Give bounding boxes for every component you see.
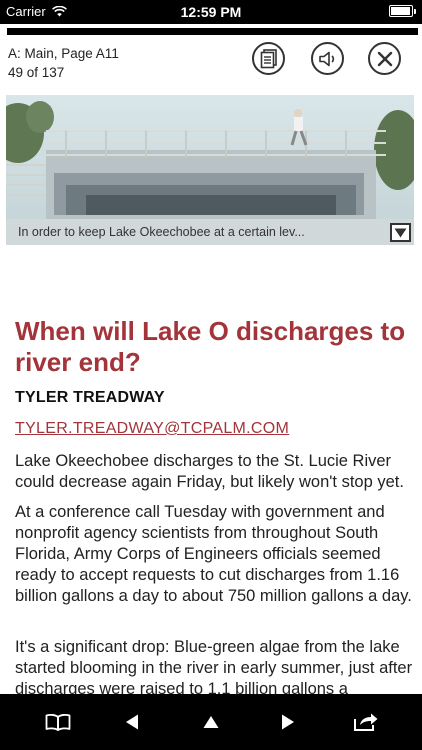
page-counter: 49 of 137 [8, 65, 65, 80]
author-byline: TYLER TREADWAY [15, 389, 165, 406]
pages-button[interactable] [252, 42, 285, 75]
author-email-link[interactable]: TYLER.TREADWAY@TCPALM.COM [15, 420, 289, 438]
close-button[interactable] [368, 42, 401, 75]
page-info: A: Main, Page A11 49 of 137 [8, 44, 119, 82]
article-headline: When will Lake O discharges to river end… [15, 316, 406, 377]
speaker-icon [318, 51, 334, 66]
pages-icon [260, 48, 277, 68]
bottom-toolbar [0, 694, 422, 750]
article-paragraph: Lake Okeechobee discharges to the St. Lu… [15, 452, 404, 491]
up-icon [203, 716, 219, 728]
section-label: A: Main, Page A11 [8, 46, 119, 61]
caption-toggle-button[interactable] [390, 223, 411, 242]
article-paragraph: At a conference call Tuesday with govern… [15, 503, 412, 605]
next-icon [282, 714, 294, 730]
status-bar: Carrier 12:59 PM [0, 0, 422, 24]
article-paragraph: It's a significant drop: Blue-green alga… [15, 638, 413, 698]
previous-button[interactable] [114, 704, 150, 740]
up-button[interactable] [193, 704, 229, 740]
photo-caption: In order to keep Lake Okeechobee at a ce… [6, 219, 414, 245]
clock: 12:59 PM [180, 4, 242, 20]
contents-button[interactable] [40, 704, 76, 740]
share-icon [354, 713, 378, 731]
article-photo[interactable]: In order to keep Lake Okeechobee at a ce… [6, 95, 414, 245]
share-button[interactable] [348, 704, 384, 740]
top-rule [7, 28, 418, 35]
book-icon [45, 713, 71, 731]
audio-button[interactable] [311, 42, 344, 75]
battery-level [391, 7, 410, 15]
previous-icon [126, 714, 138, 730]
close-icon [377, 51, 392, 66]
triangle-down-icon [394, 228, 407, 237]
battery-icon [389, 5, 413, 17]
next-button[interactable] [270, 704, 306, 740]
